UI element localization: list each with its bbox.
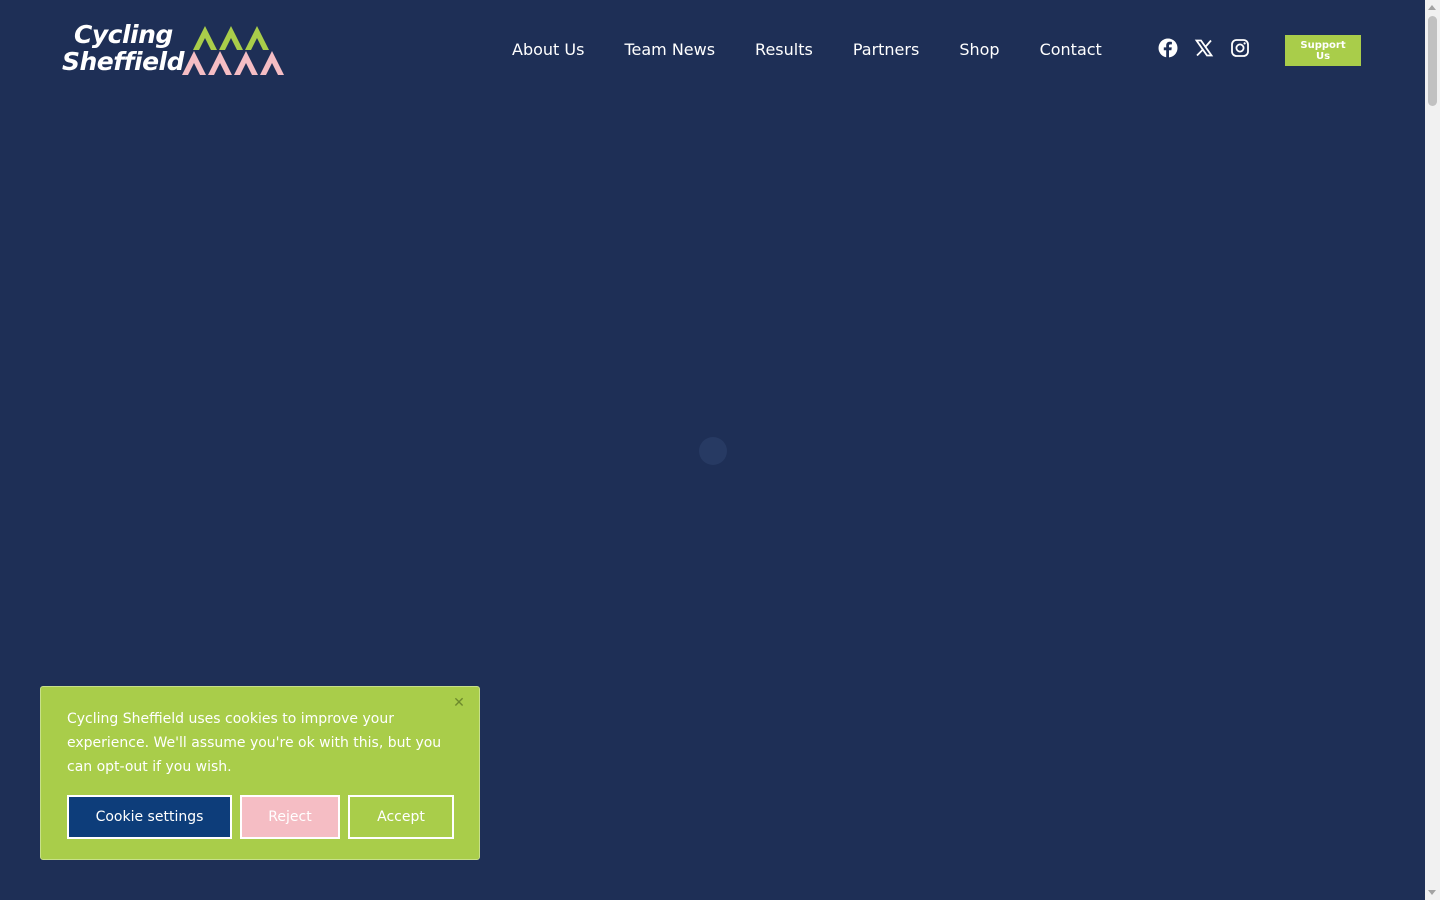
cookie-settings-button[interactable]: Cookie settings [67, 795, 232, 839]
vertical-scrollbar[interactable] [1425, 0, 1440, 900]
nav-item-shop[interactable]: Shop [939, 38, 1019, 62]
scrollbar-thumb[interactable] [1428, 16, 1437, 106]
facebook-icon[interactable] [1158, 38, 1178, 58]
support-us-button[interactable]: Support Us [1285, 35, 1361, 66]
social-links [1158, 38, 1250, 58]
reject-button[interactable]: Reject [240, 795, 340, 839]
nav-item-team-news[interactable]: Team News [604, 38, 735, 62]
logo-text-line1: Cycling [74, 20, 173, 49]
loading-spinner-icon [699, 437, 727, 465]
nav-item-partners[interactable]: Partners [833, 38, 939, 62]
nav-item-results[interactable]: Results [735, 38, 833, 62]
accept-button[interactable]: Accept [348, 795, 454, 839]
scroll-up-arrow-icon[interactable] [1428, 5, 1436, 10]
logo-text-line2: Sheffield [62, 47, 185, 76]
page: Cycling Sheffield About Us Team News Res… [0, 0, 1440, 900]
x-twitter-icon[interactable] [1194, 38, 1214, 58]
cookie-message: Cycling Sheffield uses cookies to improv… [67, 711, 442, 775]
site-header: Cycling Sheffield About Us Team News Res… [0, 0, 1425, 100]
instagram-icon[interactable] [1230, 38, 1250, 58]
site-logo[interactable]: Cycling Sheffield [62, 22, 284, 78]
scroll-down-arrow-icon[interactable] [1428, 890, 1436, 895]
nav-item-contact[interactable]: Contact [1020, 38, 1122, 62]
cookie-banner: ✕ Cycling Sheffield uses cookies to impr… [40, 686, 480, 860]
nav-item-about-us[interactable]: About Us [492, 38, 604, 62]
main-nav: About Us Team News Results Partners Shop… [492, 38, 1122, 62]
